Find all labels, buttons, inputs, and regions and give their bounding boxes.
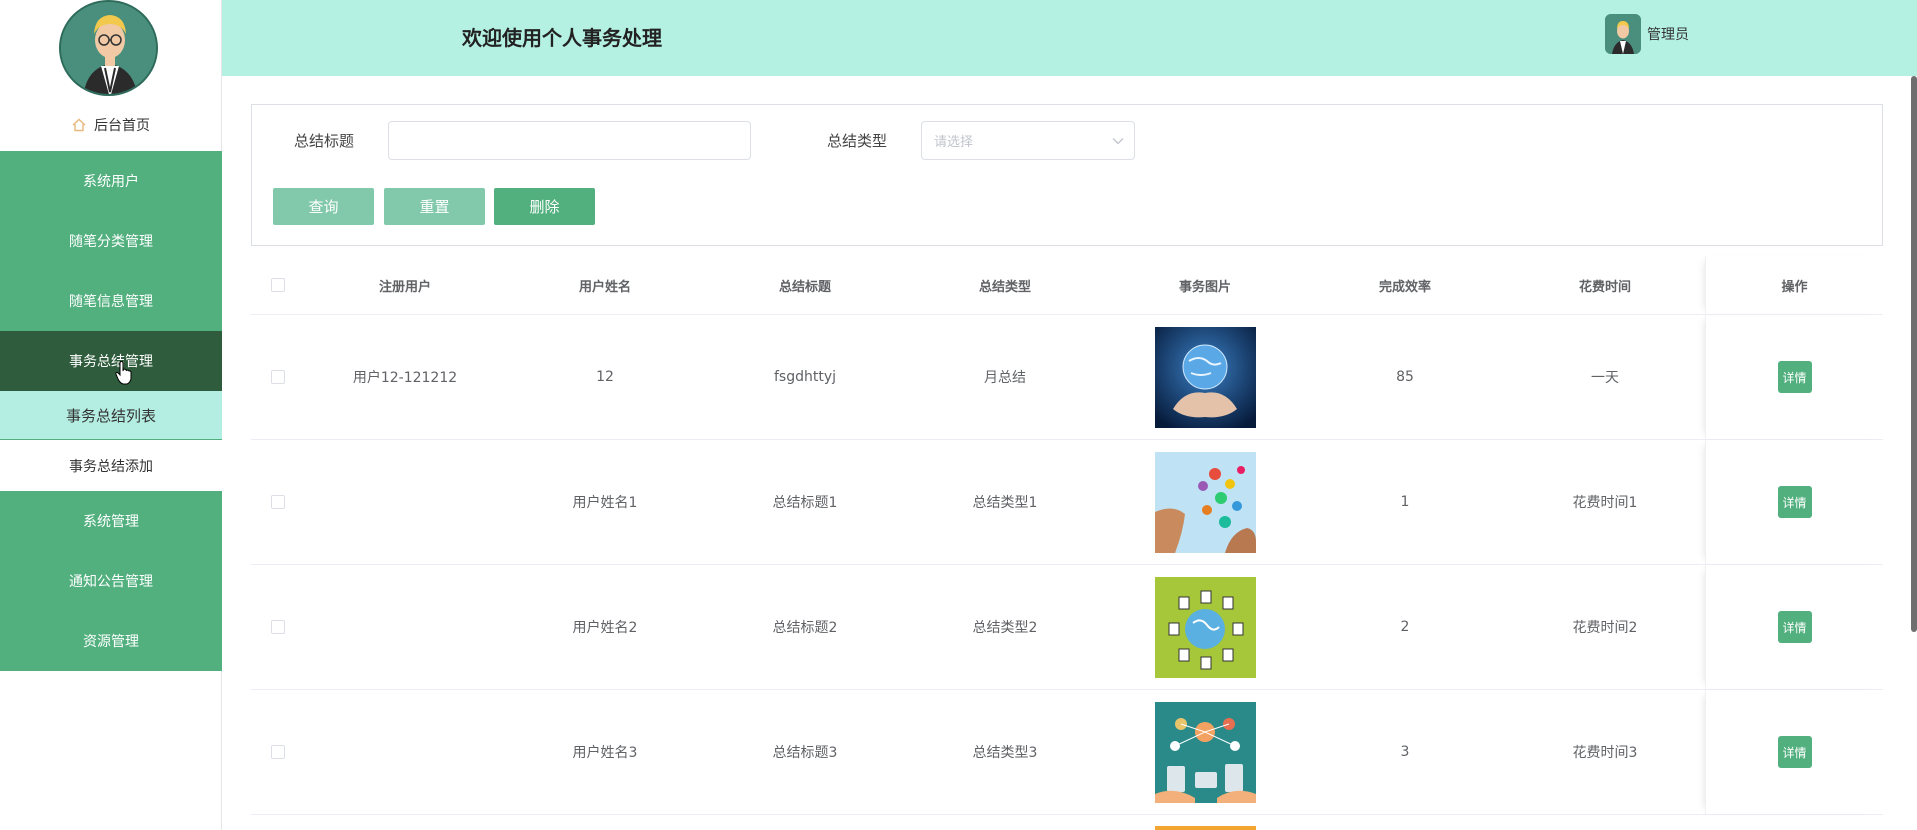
sidebar-item-resource-management[interactable]: 资源管理: [0, 611, 222, 671]
cell-user-name: 用户姓名2: [572, 620, 638, 636]
cell-time-spent: 花费时间3: [1572, 745, 1638, 761]
cell-summary-type: 总结类型3: [972, 745, 1038, 761]
table-row: 用户姓名1 总结标题1 总结类型1 1 花费时间1 详情: [251, 440, 1883, 565]
top-header: 欢迎使用个人事务处理 管理员: [222, 0, 1917, 76]
detail-button[interactable]: 详情: [1777, 361, 1812, 393]
type-search-label: 总结类型: [827, 132, 888, 150]
cell-summary-title: 总结标题3: [772, 745, 838, 761]
user-name: 管理员: [1647, 27, 1689, 43]
detail-button[interactable]: 详情: [1777, 736, 1812, 768]
header-operation: 操作: [1705, 255, 1883, 315]
sidebar-item-system-users[interactable]: 系统用户: [0, 151, 222, 211]
detail-button[interactable]: 详情: [1777, 486, 1812, 518]
cell-user-name: 用户姓名1: [572, 495, 638, 511]
submenu-item-summary-list[interactable]: 事务总结列表: [0, 391, 222, 440]
header-time-spent: 花费时间: [1578, 279, 1631, 295]
row-checkbox[interactable]: [271, 495, 285, 509]
header-efficiency: 完成效率: [1378, 279, 1431, 295]
avatar: [59, 0, 158, 96]
network-hand-image: [1154, 451, 1256, 553]
cell-efficiency: 3: [1400, 744, 1410, 760]
cell-time-spent: 一天: [1591, 370, 1619, 386]
cell-summary-type: 总结类型1: [972, 495, 1038, 511]
reset-button[interactable]: 重置: [384, 188, 485, 225]
cell-register-user: 用户12-121212: [352, 370, 458, 386]
sidebar-menu: 系统用户 随笔分类管理 随笔信息管理 事务总结管理 事务总结列表 事务总结添加 …: [0, 151, 222, 671]
header-register-user: 注册用户: [378, 279, 431, 295]
cell-summary-title: 总结标题1: [772, 495, 838, 511]
search-panel: 总结标题 总结类型 请选择 查询 重置 删除: [251, 104, 1883, 246]
chevron-down-icon: [1112, 137, 1124, 144]
vertical-scrollbar[interactable]: [1911, 76, 1917, 632]
cell-efficiency: 85: [1396, 369, 1414, 385]
title-search-input[interactable]: [388, 121, 751, 160]
detail-button[interactable]: 详情: [1777, 611, 1812, 643]
page-title: 欢迎使用个人事务处理: [462, 26, 662, 50]
globe-people-image: [1154, 576, 1256, 678]
header-affair-image: 事务图片: [1178, 279, 1231, 295]
select-all-checkbox[interactable]: [271, 278, 285, 292]
cell-time-spent: 花费时间1: [1572, 495, 1638, 511]
cell-efficiency: 2: [1400, 619, 1410, 635]
home-icon: [72, 118, 86, 132]
sidebar-item-notice-management[interactable]: 通知公告管理: [0, 551, 222, 611]
sidebar: 后台首页 系统用户 随笔分类管理 随笔信息管理 事务总结管理 事务总结列表 事务…: [0, 0, 222, 830]
row-checkbox[interactable]: [271, 620, 285, 634]
row-checkbox[interactable]: [271, 370, 285, 384]
social-devices-image: [1154, 701, 1256, 803]
query-button[interactable]: 查询: [273, 188, 374, 225]
user-menu[interactable]: 管理员: [1605, 14, 1689, 54]
partial-image: [1154, 826, 1256, 830]
type-select[interactable]: 请选择: [921, 121, 1135, 160]
hand-cursor-icon: [115, 361, 132, 385]
table-row: 用户姓名3 总结标题3 总结类型3 3 花费时间3 详情: [251, 690, 1883, 815]
header-user-name: 用户姓名: [578, 279, 631, 295]
type-select-placeholder: 请选择: [934, 135, 974, 150]
cell-summary-type: 总结类型2: [972, 620, 1038, 636]
globe-hands-image: [1154, 326, 1256, 428]
table-row: 用户姓名2 总结标题2 总结类型2 2 花费时间2 详情: [251, 565, 1883, 690]
submenu-item-summary-add[interactable]: 事务总结添加: [0, 440, 222, 491]
home-link[interactable]: 后台首页: [0, 112, 222, 138]
header-summary-type: 总结类型: [978, 279, 1031, 295]
table-row: 用户12-121212 12 fsgdhttyj 月总结 85 一天 详情: [251, 315, 1883, 440]
header-summary-title: 总结标题: [778, 279, 831, 295]
row-checkbox[interactable]: [271, 745, 285, 759]
cell-summary-title: fsgdhttyj: [773, 369, 837, 385]
cell-summary-type: 月总结: [984, 370, 1026, 386]
table-header: 注册用户 用户姓名 总结标题 总结类型 事务图片 完成效率 花费时间 操作: [251, 255, 1883, 315]
summary-table: 注册用户 用户姓名 总结标题 总结类型 事务图片 完成效率 花费时间 操作 用户…: [251, 255, 1883, 830]
cell-time-spent: 花费时间2: [1572, 620, 1638, 636]
sidebar-item-essay-category[interactable]: 随笔分类管理: [0, 211, 222, 271]
cell-user-name: 用户姓名3: [572, 745, 638, 761]
table-row: [251, 815, 1883, 830]
cell-efficiency: 1: [1400, 494, 1410, 510]
user-avatar: [1605, 14, 1641, 54]
sidebar-item-summary-management[interactable]: 事务总结管理: [0, 331, 222, 391]
delete-button[interactable]: 删除: [494, 188, 595, 225]
home-label: 后台首页: [94, 118, 150, 134]
cell-summary-title: 总结标题2: [772, 620, 838, 636]
cell-user-name: 12: [596, 369, 614, 385]
sidebar-item-system-management[interactable]: 系统管理: [0, 491, 222, 551]
sidebar-item-essay-info[interactable]: 随笔信息管理: [0, 271, 222, 331]
title-search-label: 总结标题: [294, 132, 355, 150]
